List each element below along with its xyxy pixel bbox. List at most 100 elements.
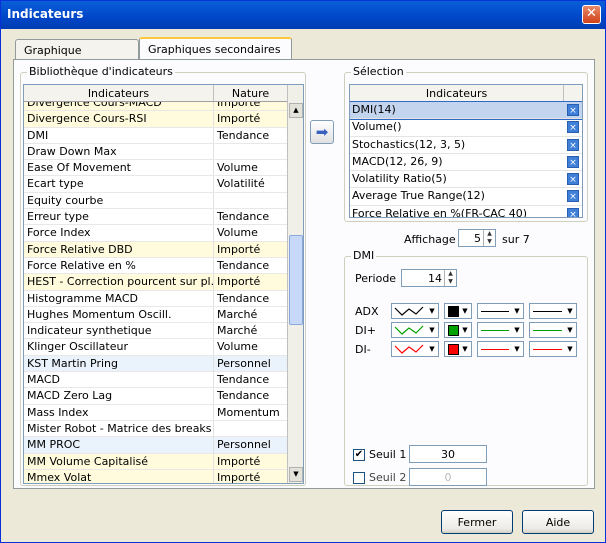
help-button[interactable]: Aide (522, 510, 594, 534)
close-icon[interactable]: ✕ (582, 5, 601, 24)
indicator-name: Force Relative DBD (24, 241, 214, 257)
affichage-spinner[interactable]: 5 ▲ ▼ (458, 229, 496, 247)
indicator-name: Mass Index (24, 404, 214, 420)
indicator-nature: Volume (214, 339, 288, 355)
selection-row[interactable]: Volume() × (350, 119, 582, 137)
scroll-thumb[interactable] (289, 235, 303, 325)
selection-name: Force Relative en %(FR-CAC 40) (352, 206, 528, 218)
selection-row[interactable]: MACD(12, 26, 9) × (350, 154, 582, 172)
table-row[interactable]: Ease Of Movement Volume (24, 160, 288, 177)
line-type-combo[interactable]: ▼ (529, 303, 577, 319)
table-row[interactable]: Klinger Oscillateur Volume (24, 339, 288, 356)
remove-button[interactable]: × (564, 171, 582, 187)
selection-row[interactable]: Volatility Ratio(5) × (350, 171, 582, 189)
table-row[interactable]: Force Relative en % Tendance (24, 257, 288, 275)
selection-header: Indicateurs (350, 85, 582, 102)
line-preview (533, 311, 562, 312)
remove-button[interactable]: × (564, 119, 582, 135)
chevron-down-icon: ▼ (462, 307, 468, 315)
table-row[interactable]: Force Index Volume (24, 225, 288, 242)
add-indicator-button[interactable]: ➡ (310, 120, 334, 144)
selection-row[interactable]: Force Relative en %(FR-CAC 40) × (350, 206, 582, 218)
table-row[interactable]: Ecart type Volatilité (24, 176, 288, 193)
selection-row[interactable]: Stochastics(12, 3, 5) × (350, 137, 582, 154)
table-row[interactable]: Divergence Cours-RSI Importé (24, 111, 288, 128)
indicator-name: Force Index (24, 225, 214, 241)
color-combo[interactable]: ▼ (444, 322, 472, 338)
line-preview (481, 349, 509, 350)
chevron-down-icon: ▼ (567, 326, 573, 334)
remove-button[interactable]: × (564, 154, 582, 170)
table-row[interactable]: HEST - Correction pourcent sur pl... Impo… (24, 274, 288, 291)
affichage-suffix: sur 7 (502, 233, 530, 246)
table-row[interactable]: Force Relative DBD Importé (24, 241, 288, 258)
indicator-nature: Tendance (214, 290, 288, 306)
spinner-arrows-icon[interactable]: ▲ ▼ (444, 270, 456, 286)
remove-button[interactable]: × (564, 102, 582, 118)
indicator-nature: Tendance (214, 257, 288, 274)
table-row[interactable]: KST Martin Pring Personnel (24, 355, 288, 373)
indicator-name: Ecart type (24, 176, 214, 192)
table-row[interactable]: DMI Tendance (24, 127, 288, 144)
line-width-combo[interactable]: ▼ (477, 322, 524, 338)
seuil1-checkbox[interactable]: ✔ (353, 449, 365, 461)
delete-icon: × (567, 190, 579, 203)
table-row[interactable]: Equity courbe (24, 192, 288, 210)
affichage-label: Affichage (404, 233, 456, 246)
selection-row[interactable]: DMI(14) × (350, 100, 582, 121)
remove-button[interactable]: × (564, 188, 582, 204)
selection-col-del (564, 85, 582, 101)
table-row[interactable]: MM Volume Capitalisé Importé (24, 453, 288, 470)
tab-graphiques-secondaires[interactable]: Graphiques secondaires (139, 37, 292, 60)
close-button[interactable]: Fermer (441, 510, 513, 534)
library-scrollbar[interactable]: ▲ ▼ (287, 85, 303, 483)
indicator-nature: Tendance (214, 372, 288, 388)
line-type-combo[interactable]: ▼ (529, 341, 577, 357)
line-style-combo[interactable]: ▼ (391, 303, 439, 319)
tab-graphique-principal[interactable]: Graphique principal (15, 39, 139, 70)
table-row[interactable]: MACD Tendance (24, 372, 288, 389)
indicator-nature: Tendance (214, 127, 288, 143)
scroll-down-icon[interactable]: ▼ (289, 467, 303, 482)
table-row[interactable]: Mister Robot - Matrice des breaks (24, 420, 288, 438)
selection-col-name[interactable]: Indicateurs (350, 85, 565, 101)
line-width-combo[interactable]: ▼ (477, 341, 524, 357)
table-row[interactable]: Mass Index Momentum (24, 404, 288, 421)
library-col-name[interactable]: Indicateurs (24, 85, 214, 101)
chevron-down-icon: ▼ (429, 345, 435, 353)
seuil1-input[interactable]: 30 (409, 445, 487, 463)
arrow-right-icon: ➡ (315, 123, 329, 141)
table-row[interactable]: Draw Down Max (24, 143, 288, 161)
table-row[interactable]: Mmex Volat Importé (24, 469, 288, 483)
table-row[interactable]: MM PROC Personnel (24, 437, 288, 454)
table-row[interactable]: Histogramme MACD Tendance (24, 290, 288, 307)
line-width-combo[interactable]: ▼ (477, 303, 524, 319)
table-row[interactable]: Hughes Momentum Oscill. Marché (24, 306, 288, 324)
table-row[interactable]: Erreur type Tendance (24, 209, 288, 226)
seuil2-checkbox[interactable] (353, 472, 365, 484)
table-row[interactable]: Indicateur synthetique Marché (24, 323, 288, 340)
indicator-name: MACD Zero Lag (24, 388, 214, 404)
selection-row[interactable]: Average True Range(12) × (350, 188, 582, 206)
remove-button[interactable]: × (564, 137, 582, 153)
seuil2-input[interactable]: 0 (409, 468, 487, 486)
library-header-overlay: Indicateurs Nature (24, 85, 288, 102)
color-swatch (448, 325, 459, 336)
line-type-combo[interactable]: ▼ (529, 322, 577, 338)
line-style-combo[interactable]: ▼ (391, 322, 439, 338)
library-group: Bibliothèque d'indicateurs Indicateurs N… (20, 65, 306, 486)
periode-spinner[interactable]: 14 ▲ ▼ (401, 269, 457, 287)
spinner-arrows-icon[interactable]: ▲ ▼ (483, 230, 495, 246)
chevron-down-icon: ▼ (567, 307, 573, 315)
color-combo[interactable]: ▼ (444, 341, 472, 357)
remove-button[interactable]: × (564, 206, 582, 217)
line-style-combo[interactable]: ▼ (391, 341, 439, 357)
scroll-up-icon[interactable]: ▲ (289, 103, 303, 118)
library-col-nature[interactable]: Nature (214, 85, 288, 101)
color-combo[interactable]: ▼ (444, 303, 472, 319)
dmi-title: DMI (351, 249, 377, 262)
indicator-name: Draw Down Max (24, 143, 214, 160)
chevron-down-icon: ▼ (567, 345, 573, 353)
table-row[interactable]: MACD Zero Lag Tendance (24, 388, 288, 405)
selection-group: Sélection Indicateurs DMI(14) × Volume() × S… (344, 65, 588, 222)
